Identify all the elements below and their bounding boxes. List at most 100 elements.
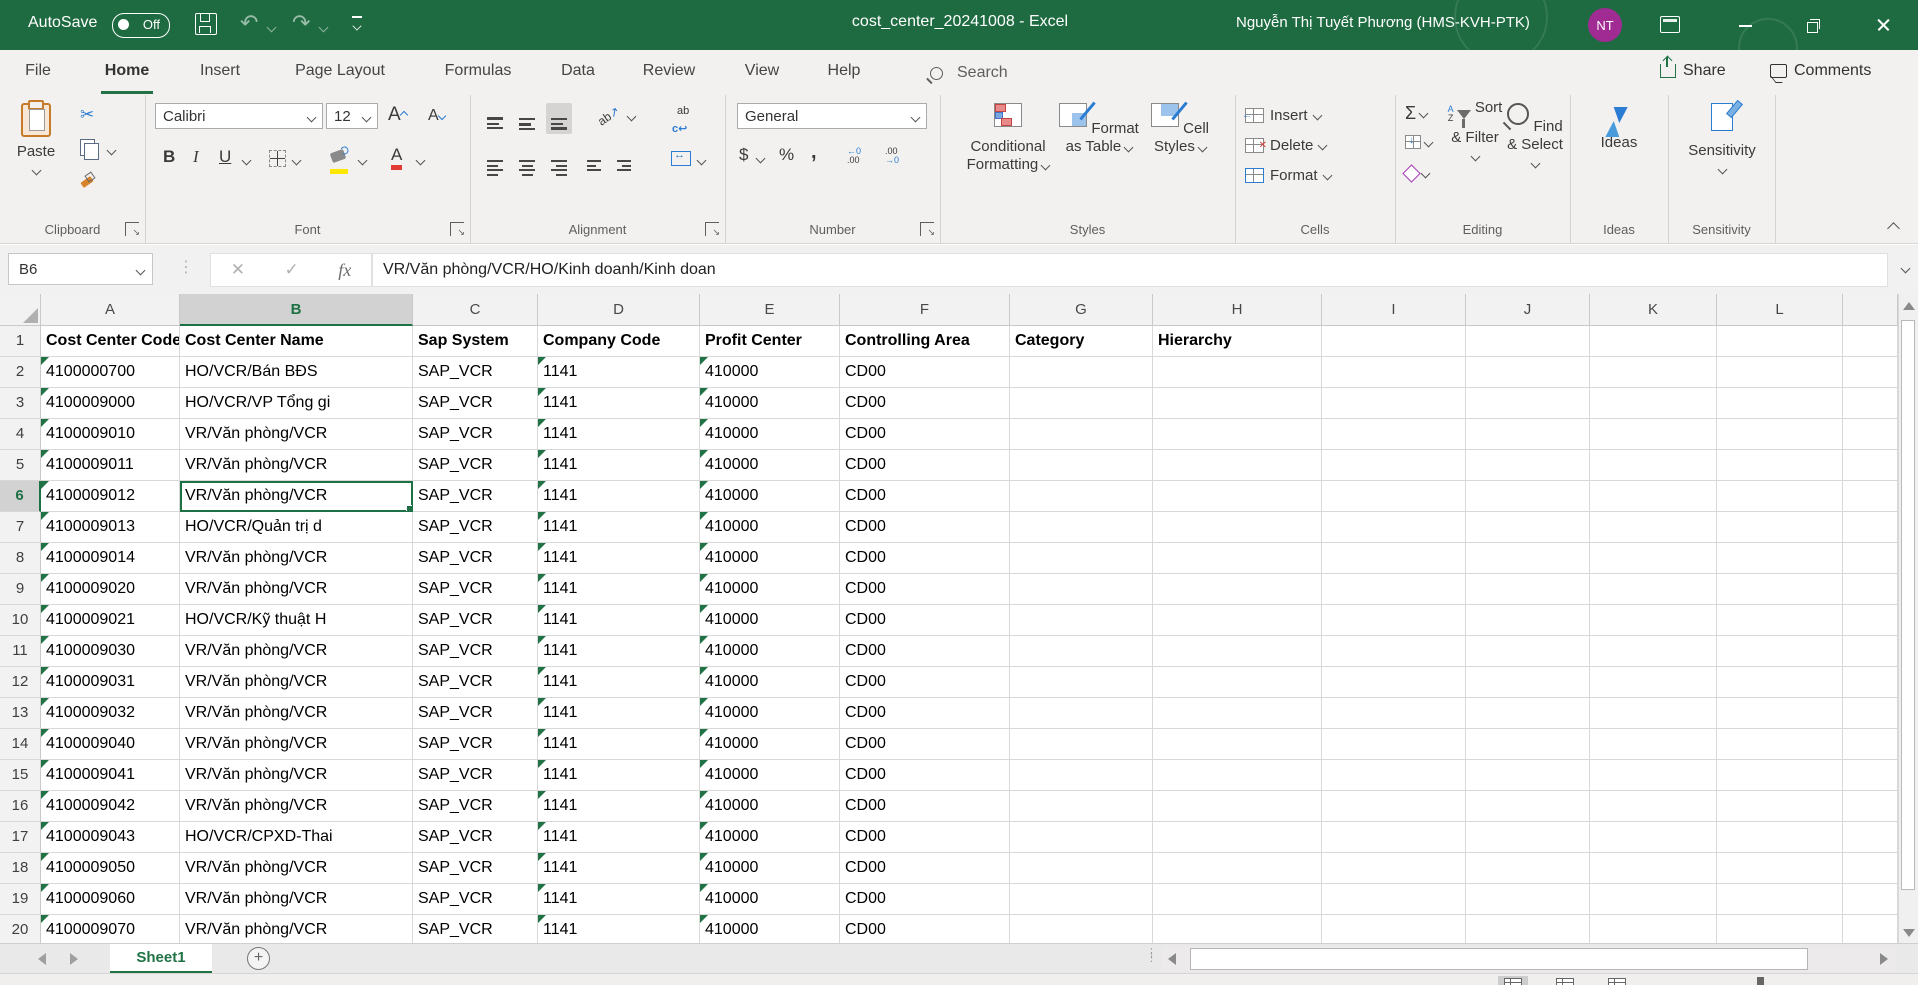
cell-E11[interactable]: 410000 — [700, 636, 840, 667]
cell-D16[interactable]: 1141 — [538, 791, 700, 822]
cell-G6[interactable] — [1010, 481, 1153, 512]
column-header-F[interactable]: F — [840, 294, 1010, 326]
cell-L17[interactable] — [1717, 822, 1843, 853]
cell-L13[interactable] — [1717, 698, 1843, 729]
fill-button[interactable]: ↓ — [1405, 135, 1432, 149]
cell-H8[interactable] — [1153, 543, 1322, 574]
clear-button[interactable] — [1405, 167, 1429, 180]
save-icon[interactable] — [195, 13, 217, 35]
cell-D4[interactable]: 1141 — [538, 419, 700, 450]
font-color-button[interactable]: A — [391, 145, 402, 165]
cell-M15[interactable] — [1843, 760, 1898, 791]
cell-M20[interactable] — [1843, 915, 1898, 943]
cell-A2[interactable]: 4100000700 — [41, 357, 180, 388]
cell-C5[interactable]: SAP_VCR — [413, 450, 538, 481]
top-align-button[interactable] — [482, 103, 508, 133]
cell-J4[interactable] — [1466, 419, 1590, 450]
cell-M1[interactable] — [1843, 326, 1898, 357]
cell-A11[interactable]: 4100009030 — [41, 636, 180, 667]
cell-J14[interactable] — [1466, 729, 1590, 760]
column-header-H[interactable]: H — [1153, 294, 1322, 326]
cell-G3[interactable] — [1010, 388, 1153, 419]
cell-L3[interactable] — [1717, 388, 1843, 419]
cell-G9[interactable] — [1010, 574, 1153, 605]
row-header-15[interactable]: 15 — [0, 760, 41, 791]
cell-B4[interactable]: VR/Văn phòng/VCR — [180, 419, 413, 450]
cell-F17[interactable]: CD00 — [840, 822, 1010, 853]
cell-L11[interactable] — [1717, 636, 1843, 667]
row-header-5[interactable]: 5 — [0, 450, 41, 481]
cell-H19[interactable] — [1153, 884, 1322, 915]
cell-B11[interactable]: VR/Văn phòng/VCR — [180, 636, 413, 667]
format-as-table-button[interactable]: Format as Table — [1058, 99, 1140, 156]
cancel-icon[interactable]: ✕ — [231, 260, 245, 280]
search-box[interactable]: Search — [930, 64, 1008, 82]
cell-K4[interactable] — [1590, 419, 1717, 450]
cell-C13[interactable]: SAP_VCR — [413, 698, 538, 729]
cell-J9[interactable] — [1466, 574, 1590, 605]
cell-E9[interactable]: 410000 — [700, 574, 840, 605]
decrease-decimal-button[interactable]: .00→0 — [885, 147, 899, 165]
column-header-E[interactable]: E — [700, 294, 840, 326]
cell-H9[interactable] — [1153, 574, 1322, 605]
cell-H11[interactable] — [1153, 636, 1322, 667]
cell-I5[interactable] — [1322, 450, 1466, 481]
redo-icon[interactable]: ↷ — [292, 10, 310, 36]
cell-D2[interactable]: 1141 — [538, 357, 700, 388]
fill-handle[interactable] — [406, 505, 413, 512]
cut-icon[interactable]: ✂ — [80, 105, 94, 125]
tab-insert[interactable]: Insert — [200, 62, 240, 80]
cell-C15[interactable]: SAP_VCR — [413, 760, 538, 791]
cell-D1[interactable]: Company Code — [538, 326, 700, 357]
vertical-scrollbar[interactable] — [1898, 294, 1918, 943]
cell-K20[interactable] — [1590, 915, 1717, 943]
share-button[interactable]: Share — [1660, 62, 1726, 80]
ribbon-display-options-icon[interactable] — [1660, 16, 1680, 33]
cell-H15[interactable] — [1153, 760, 1322, 791]
cell-E19[interactable]: 410000 — [700, 884, 840, 915]
cell-M5[interactable] — [1843, 450, 1898, 481]
cell-D11[interactable]: 1141 — [538, 636, 700, 667]
cell-B6[interactable]: VR/Văn phòng/VCR — [180, 481, 413, 512]
sensitivity-button[interactable]: Sensitivity — [1680, 99, 1764, 178]
cell-E1[interactable]: Profit Center — [700, 326, 840, 357]
cell-H7[interactable] — [1153, 512, 1322, 543]
cell-J20[interactable] — [1466, 915, 1590, 943]
cell-I8[interactable] — [1322, 543, 1466, 574]
cell-E15[interactable]: 410000 — [700, 760, 840, 791]
autosum-button[interactable]: Σ — [1405, 103, 1427, 124]
cell-E10[interactable]: 410000 — [700, 605, 840, 636]
tab-help[interactable]: Help — [828, 62, 861, 80]
cell-F9[interactable]: CD00 — [840, 574, 1010, 605]
cell-H18[interactable] — [1153, 853, 1322, 884]
cell-I11[interactable] — [1322, 636, 1466, 667]
number-dialog-launcher-icon[interactable] — [920, 222, 934, 236]
name-box-chevron-icon[interactable] — [136, 266, 146, 276]
cell-I18[interactable] — [1322, 853, 1466, 884]
cell-M10[interactable] — [1843, 605, 1898, 636]
column-header-partial[interactable] — [1843, 294, 1898, 326]
undo-icon[interactable]: ↶ — [240, 10, 258, 36]
cell-F7[interactable]: CD00 — [840, 512, 1010, 543]
cell-G10[interactable] — [1010, 605, 1153, 636]
borders-chevron-icon[interactable] — [292, 156, 302, 166]
underline-button[interactable]: U — [219, 147, 231, 167]
tab-review[interactable]: Review — [643, 62, 695, 80]
zoom-slider-handle[interactable] — [1757, 977, 1764, 985]
cell-K19[interactable] — [1590, 884, 1717, 915]
cell-B10[interactable]: HO/VCR/Kỹ thuật H — [180, 605, 413, 636]
wrap-text-button[interactable]: abc↩ — [672, 101, 692, 139]
cell-J2[interactable] — [1466, 357, 1590, 388]
cell-B8[interactable]: VR/Văn phòng/VCR — [180, 543, 413, 574]
cell-E3[interactable]: 410000 — [700, 388, 840, 419]
cell-D20[interactable]: 1141 — [538, 915, 700, 943]
cell-E16[interactable]: 410000 — [700, 791, 840, 822]
cell-H13[interactable] — [1153, 698, 1322, 729]
cell-B1[interactable]: Cost Center Name — [180, 326, 413, 357]
borders-button[interactable] — [269, 150, 286, 172]
cell-I19[interactable] — [1322, 884, 1466, 915]
cell-F5[interactable]: CD00 — [840, 450, 1010, 481]
user-name[interactable]: Nguyễn Thị Tuyết Phương (HMS-KVH-PTK) — [1236, 14, 1530, 31]
cell-A3[interactable]: 4100009000 — [41, 388, 180, 419]
cell-G4[interactable] — [1010, 419, 1153, 450]
